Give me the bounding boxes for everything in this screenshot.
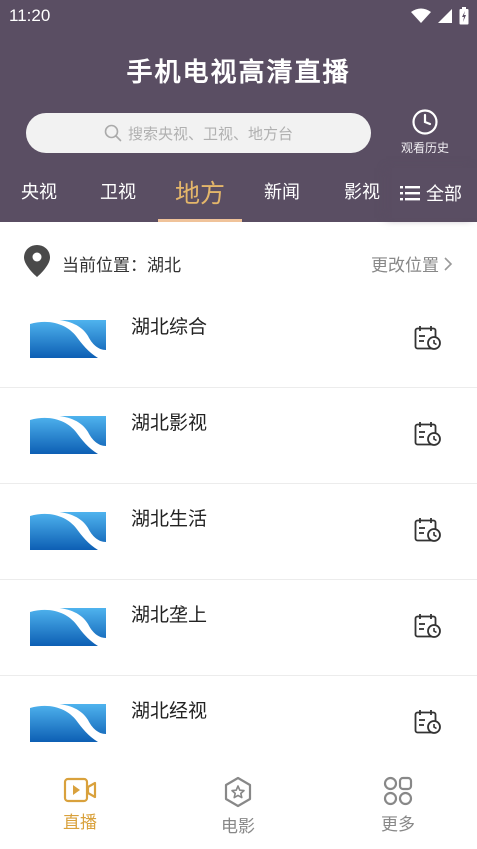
channel-name: 湖北经视 [131,700,208,722]
channel-logo [30,416,106,454]
history-button[interactable]: 观看历史 [392,108,458,160]
change-location-button[interactable]: 更改位置 [371,251,453,276]
more-grid-icon [383,776,413,806]
list-icon [400,186,420,201]
channel-row[interactable]: 湖北生活 [0,484,477,580]
category-tabs: 央视 卫视 地方 新闻 影视 全部 [0,168,477,222]
nav-more[interactable]: 更多 [358,776,438,835]
all-categories-label: 全部 [426,184,462,205]
current-location: 当前位置：湖北 [62,256,181,276]
channel-row[interactable]: 湖北影视 [0,388,477,484]
wifi-icon [411,8,431,23]
location-bar: 当前位置：湖北 更改位置 [0,232,477,290]
search-placeholder: 搜索央视、卫视、地方台 [127,124,293,143]
bottom-nav: 直播 电影 更多 [0,766,477,849]
tab-movies[interactable]: 影视 [344,178,380,204]
location-pin-icon [24,245,50,277]
channel-name: 湖北垄上 [131,604,208,626]
active-tab-indicator [158,219,242,222]
channel-logo [30,512,106,550]
change-location-label: 更改位置 [371,256,439,276]
tab-local[interactable]: 地方 [175,174,225,210]
channel-row[interactable]: 湖北综合 [0,292,477,388]
search-input[interactable]: 搜索央视、卫视、地方台 [26,113,371,153]
nav-live[interactable]: 直播 [40,776,120,833]
channel-list: 湖北综合 湖北影视 湖北生活 湖北垄上 湖北经视 [0,292,477,772]
live-video-icon [63,777,97,803]
channel-row[interactable]: 湖北经视 [0,676,477,772]
all-categories-button[interactable]: 全部 [392,168,477,218]
nav-movies-label: 电影 [221,817,255,837]
schedule-icon[interactable] [414,325,442,351]
app-title: 手机电视高清直播 [126,58,351,88]
nav-movies[interactable]: 电影 [198,776,278,837]
status-bar: 11:20 [0,0,477,32]
film-star-icon [224,776,252,808]
channel-row[interactable]: 湖北垄上 [0,580,477,676]
status-icons [411,7,469,25]
channel-name: 湖北综合 [131,316,208,338]
channel-name: 湖北影视 [131,412,208,434]
tab-satellite[interactable]: 卫视 [100,178,136,204]
schedule-icon[interactable] [414,421,442,447]
channel-logo [30,608,106,646]
channel-logo [30,320,106,358]
battery-icon [459,7,469,25]
tab-news[interactable]: 新闻 [264,178,300,204]
signal-icon [438,9,452,23]
tab-cctv[interactable]: 央视 [21,178,57,204]
header: 11:20 手机电视高清直播 搜索央视、卫视、地方台 观看历史 央视 卫视 地方… [0,0,477,222]
clock-icon [412,109,438,135]
search-icon [104,124,122,142]
channel-name: 湖北生活 [131,508,208,530]
schedule-icon[interactable] [414,613,442,639]
status-time: 11:20 [9,6,51,25]
chevron-right-icon [444,256,453,271]
nav-more-label: 更多 [381,815,415,835]
schedule-icon[interactable] [414,517,442,543]
schedule-icon[interactable] [414,709,442,735]
history-label: 观看历史 [400,141,449,155]
channel-logo [30,704,106,742]
nav-live-label: 直播 [63,813,97,833]
